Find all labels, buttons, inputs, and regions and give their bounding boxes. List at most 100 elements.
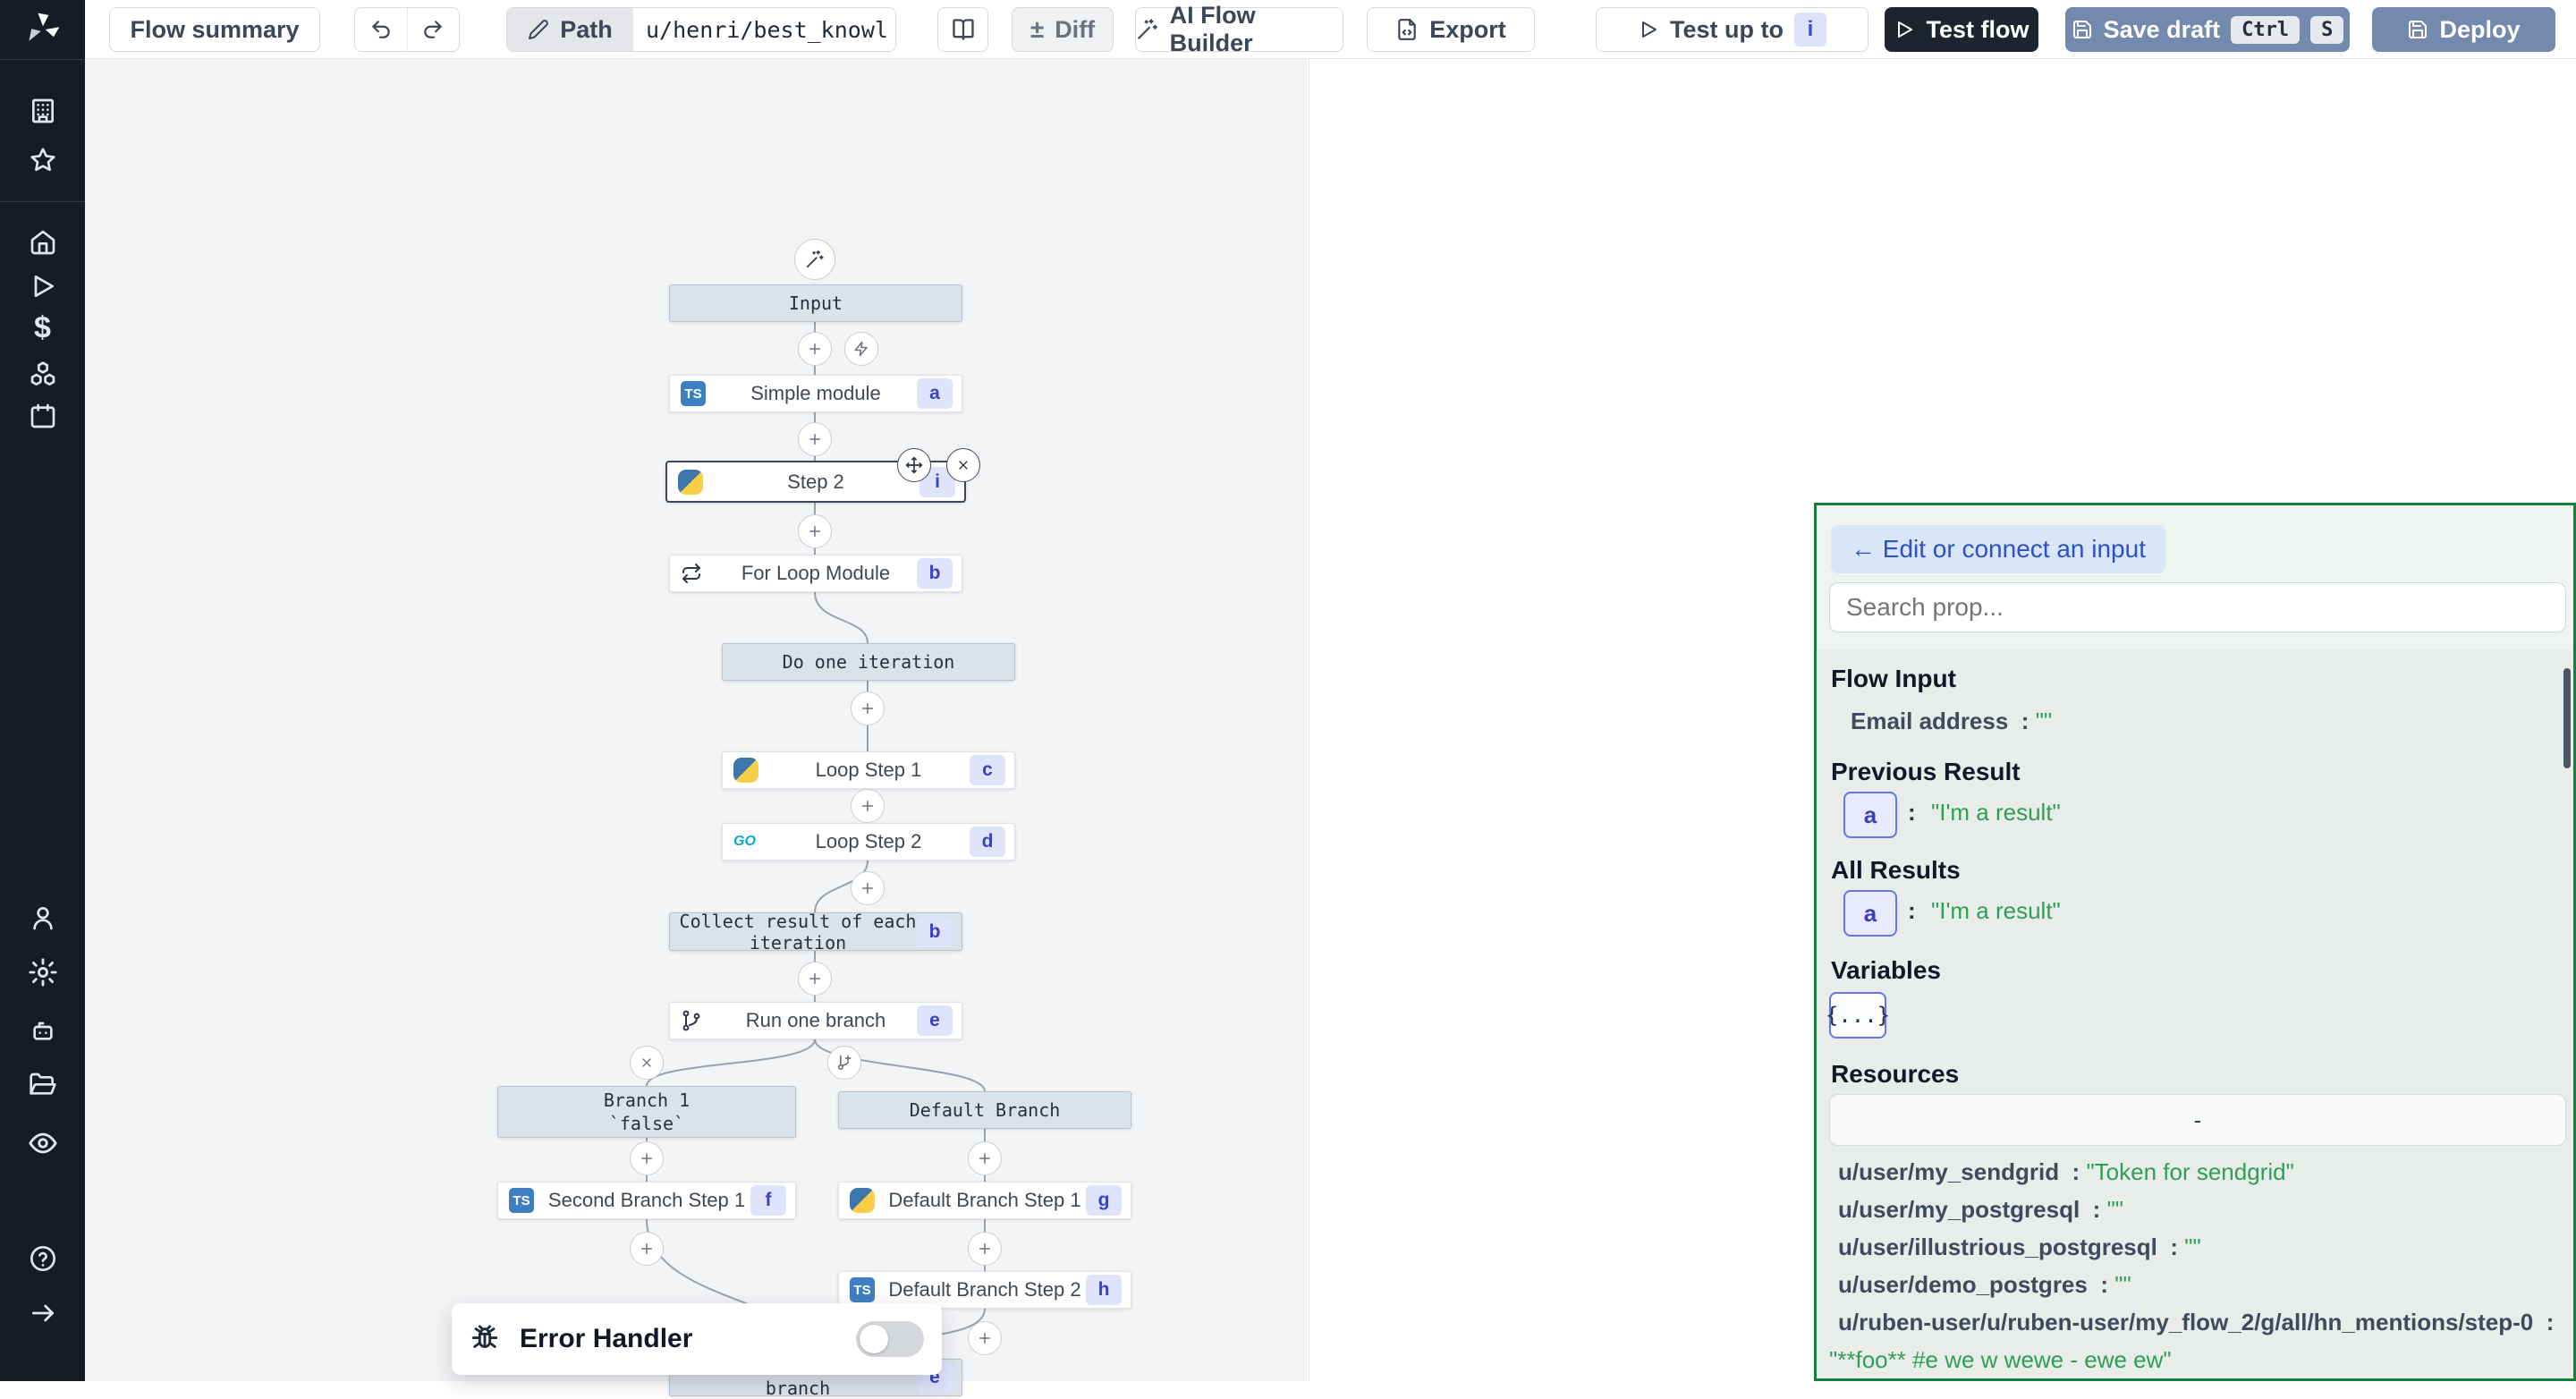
book-open-icon <box>951 17 976 42</box>
variables-dollar-icon[interactable]: $ <box>34 311 51 346</box>
delete-step-button[interactable] <box>946 448 980 482</box>
settings-gear-icon[interactable] <box>28 957 58 988</box>
search-prop-input[interactable] <box>1829 582 2566 632</box>
test-up-to-label: Test up to <box>1670 16 1784 44</box>
add-step-button[interactable] <box>798 422 832 456</box>
users-person-icon[interactable] <box>29 903 57 932</box>
save-draft-label: Save draft <box>2104 16 2221 44</box>
resources-filter-box[interactable]: - <box>1829 1094 2566 1146</box>
plus-icon <box>977 1150 993 1166</box>
flow-node-do-one-iteration[interactable]: Do one iteration <box>722 643 1015 681</box>
flow-summary-button[interactable]: Flow summary <box>109 7 320 52</box>
repeat-icon <box>681 563 702 584</box>
flow-node-second-branch-step1[interactable]: TS Second Branch Step 1 f <box>497 1182 796 1219</box>
path-input[interactable] <box>633 8 895 51</box>
runs-play-icon[interactable] <box>29 272 57 301</box>
flow-node-loop-step2[interactable]: GO Loop Step 2 d <box>722 823 1015 861</box>
flow-node-default-branch-step1[interactable]: Default Branch Step 1 g <box>838 1182 1131 1219</box>
export-label: Export <box>1429 16 1506 44</box>
add-step-button[interactable] <box>968 1141 1002 1175</box>
ai-wand-circle-button[interactable] <box>794 239 835 280</box>
connect-input-panel: ← Edit or connect an input Flow Input Em… <box>1814 503 2576 1381</box>
add-step-button[interactable] <box>630 1141 664 1175</box>
test-up-to-button[interactable]: Test up to i <box>1596 7 1868 52</box>
windmill-logo-icon[interactable] <box>23 10 63 49</box>
close-icon <box>640 1056 654 1070</box>
redo-button[interactable] <box>408 8 460 51</box>
resource-row[interactable]: u/user/demo_postgres : "" <box>1838 1266 2563 1303</box>
resource-row[interactable]: u/user/my_postgresql : "" <box>1838 1191 2563 1228</box>
section-all-results: All Results <box>1831 856 1961 885</box>
add-step-button[interactable] <box>798 962 832 996</box>
add-step-button[interactable] <box>851 691 885 725</box>
resource-row-value[interactable]: "**foo** #e we w wewe - ewe ew" <box>1829 1341 2563 1378</box>
pencil-icon <box>528 19 549 40</box>
git-branch-plus-icon <box>835 1054 853 1072</box>
resource-row[interactable]: u/user/illustrious_postgresql : "" <box>1838 1228 2563 1266</box>
all-results-value[interactable]: "I'm a result" <box>1931 897 2061 925</box>
add-trigger-button[interactable] <box>844 332 878 366</box>
favorites-star-icon[interactable] <box>29 146 57 174</box>
edit-path-button[interactable]: Path <box>507 8 633 51</box>
home-icon[interactable] <box>29 228 57 257</box>
flow-node-loop-step1[interactable]: Loop Step 1 c <box>722 751 1015 789</box>
kbd-s: S <box>2310 16 2343 44</box>
flow-node-branch1[interactable]: Branch 1 `false` <box>497 1086 796 1138</box>
save-draft-button[interactable]: Save draft Ctrl S <box>2065 7 2350 52</box>
step-id-badge: b <box>917 917 953 947</box>
undo-button[interactable] <box>355 8 408 51</box>
add-step-button[interactable] <box>798 332 832 366</box>
add-step-button[interactable] <box>968 1321 1002 1355</box>
path-group: Path <box>506 7 896 52</box>
resources-list: u/user/my_sendgrid : "Token for sendgrid… <box>1838 1153 2563 1378</box>
folders-icon[interactable] <box>29 1071 57 1099</box>
add-step-button[interactable] <box>851 871 885 905</box>
flow-node-simple-module[interactable]: TS Simple module a <box>669 375 962 412</box>
step-id-badge: c <box>970 755 1005 785</box>
workspace-icon[interactable] <box>29 97 57 125</box>
edit-or-connect-button[interactable]: ← Edit or connect an input <box>1831 525 2165 573</box>
ai-flow-builder-label: AI Flow Builder <box>1170 2 1343 57</box>
colon: : <box>1908 799 1916 827</box>
zap-icon <box>853 341 869 357</box>
variables-object-chip[interactable]: {...} <box>1829 992 1886 1039</box>
all-results-chip-a[interactable]: a <box>1843 890 1897 937</box>
bug-icon <box>470 1324 500 1354</box>
plus-icon <box>977 1241 993 1257</box>
remove-branch-button[interactable] <box>630 1046 664 1080</box>
audit-eye-icon[interactable] <box>28 1128 58 1158</box>
add-branch-button[interactable] <box>827 1046 861 1080</box>
flow-node-input[interactable]: Input <box>669 284 962 322</box>
step-id-badge: e <box>917 1005 953 1036</box>
add-step-button[interactable] <box>630 1232 664 1266</box>
add-step-button[interactable] <box>851 789 885 823</box>
test-flow-button[interactable]: Test flow <box>1885 7 2038 52</box>
plus-icon <box>639 1241 655 1257</box>
flow-doc-button[interactable] <box>937 7 988 52</box>
error-handler-toggle[interactable] <box>856 1321 924 1357</box>
prev-result-value[interactable]: "I'm a result" <box>1931 799 2061 827</box>
panel-scrollbar-thumb[interactable] <box>2563 668 2571 768</box>
diff-button[interactable]: ± Diff <box>1012 7 1114 52</box>
deploy-button[interactable]: Deploy <box>2372 7 2555 52</box>
export-button[interactable]: Export <box>1367 7 1535 52</box>
resource-row[interactable]: u/user/my_sendgrid : "Token for sendgrid… <box>1838 1153 2563 1191</box>
flow-node-default-branch[interactable]: Default Branch <box>838 1091 1131 1129</box>
schedules-calendar-icon[interactable] <box>29 402 57 430</box>
flow-node-run-one-branch[interactable]: Run one branch e <box>669 1002 962 1039</box>
prev-result-chip-a[interactable]: a <box>1843 792 1897 838</box>
plus-icon <box>860 880 876 896</box>
help-icon[interactable] <box>29 1244 57 1273</box>
ai-flow-builder-button[interactable]: AI Flow Builder <box>1135 7 1343 52</box>
flow-node-for-loop[interactable]: For Loop Module b <box>669 555 962 592</box>
collapse-arrow-icon[interactable] <box>29 1299 57 1327</box>
add-step-button[interactable] <box>968 1232 1002 1266</box>
flow-input-row[interactable]: Email address : "" <box>1851 702 2052 740</box>
resources-boxes-icon[interactable] <box>29 360 57 389</box>
add-step-button[interactable] <box>798 514 832 548</box>
plus-icon <box>807 431 823 447</box>
flow-node-collect-result[interactable]: Collect result of each iteration b <box>669 912 962 951</box>
resource-row[interactable]: u/ruben-user/u/ruben-user/my_flow_2/g/al… <box>1838 1303 2563 1341</box>
workers-robot-icon[interactable] <box>29 1016 57 1045</box>
move-step-button[interactable] <box>897 448 931 482</box>
